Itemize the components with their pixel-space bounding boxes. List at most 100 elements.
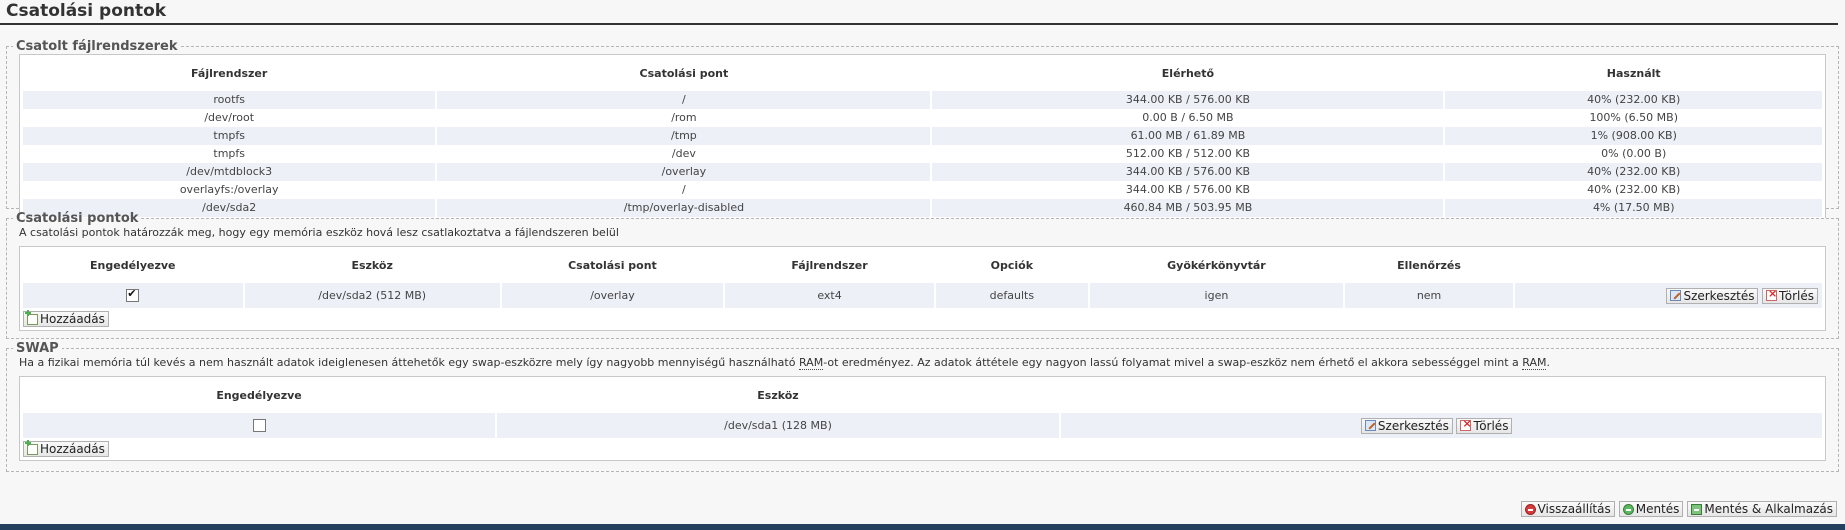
- column-header-rootfs: Gyökérkönyvtár: [1167, 259, 1266, 272]
- column-header-device: Eszköz: [757, 389, 799, 402]
- cell-mountpoint: /dev: [437, 145, 931, 163]
- cell-filesystem: /dev/root: [23, 109, 436, 127]
- table-header-row: Engedélyezve Eszköz Csatolási pont Fájlr…: [23, 248, 1822, 283]
- cell-mountpoint: /overlay: [501, 283, 724, 308]
- delete-icon: [1460, 417, 1472, 431]
- edit-icon: [1670, 290, 1682, 301]
- form-actions: Visszaállítás Mentés Mentés & Alkalmazás: [1520, 501, 1837, 517]
- cell-available: 512.00 KB / 512.00 KB: [932, 145, 1444, 163]
- cell-filesystem: tmpfs: [23, 127, 436, 145]
- add-swap-button[interactable]: Hozzáadás: [23, 439, 109, 457]
- table-row: /dev/mtdblock3 /overlay 344.00 KB / 576.…: [23, 163, 1822, 181]
- column-header-options: Opciók: [990, 259, 1034, 272]
- reset-icon: [1524, 503, 1536, 515]
- cell-mountpoint: /: [437, 91, 931, 109]
- cell-device: /dev/sda2 (512 MB): [244, 283, 500, 308]
- table-row: /dev/sda1 (128 MB) Szerkesztés Törlés: [23, 413, 1822, 438]
- swap-description-text-3: .: [1546, 356, 1550, 369]
- enabled-checkbox[interactable]: [126, 287, 140, 303]
- column-header-actions: [1515, 248, 1822, 283]
- cell-used: 100% (6.50 MB): [1445, 109, 1822, 127]
- bottom-bar: [0, 524, 1845, 530]
- cell-available: 0.00 B / 6.50 MB: [932, 109, 1444, 127]
- cell-rootfs: igen: [1089, 283, 1344, 308]
- column-header-enabled: Engedélyezve: [90, 259, 176, 272]
- column-header-filesystem: Fájlrendszer: [191, 67, 268, 80]
- cell-available: 344.00 KB / 576.00 KB: [932, 163, 1444, 181]
- ram-abbreviation: RAM: [1522, 356, 1547, 370]
- table-row: rootfs / 344.00 KB / 576.00 KB 40% (232.…: [23, 91, 1822, 109]
- edit-button[interactable]: Szerkesztés: [1360, 417, 1453, 434]
- table-row: tmpfs /tmp 61.00 MB / 61.89 MB 1% (908.0…: [23, 127, 1822, 145]
- mount-points-table: Engedélyezve Eszköz Csatolási pont Fájlr…: [21, 248, 1824, 308]
- add-label: Hozzáadás: [40, 442, 105, 456]
- mounted-filesystems-section: Csatolt fájlrendszerek Fájlrendszer Csat…: [6, 39, 1839, 219]
- add-bar: Hozzáadás: [21, 438, 1824, 459]
- cell-filesystem: rootfs: [23, 91, 436, 109]
- cell-actions: Szerkesztés Törlés: [1514, 283, 1822, 308]
- swap-section: SWAP Ha a fizikai memória túl kevés a ne…: [6, 341, 1839, 472]
- mount-points-table-box: Engedélyezve Eszköz Csatolási pont Fájlr…: [19, 246, 1826, 331]
- delete-label: Törlés: [1778, 288, 1814, 303]
- cell-used: 0% (0.00 B): [1445, 145, 1822, 163]
- column-header-enabled: Engedélyezve: [216, 389, 302, 402]
- swap-table-box: Engedélyezve Eszköz /dev/sda1 (128 MB) S…: [19, 376, 1826, 461]
- cell-mountpoint: /: [437, 181, 931, 199]
- apply-icon: [1691, 503, 1703, 515]
- add-bar: Hozzáadás: [21, 308, 1824, 329]
- mount-points-section: Csatolási pontok A csatolási pontok hatá…: [6, 211, 1839, 339]
- column-header-filesystem: Fájlrendszer: [791, 259, 868, 272]
- delete-icon: [1765, 287, 1777, 301]
- table-row: tmpfs /dev 512.00 KB / 512.00 KB 0% (0.0…: [23, 145, 1822, 163]
- cell-available: 344.00 KB / 576.00 KB: [932, 181, 1444, 199]
- page-title: Csatolási pontok: [0, 0, 1838, 25]
- reset-button[interactable]: Visszaállítás: [1520, 501, 1615, 517]
- cell-mountpoint: /tmp: [437, 127, 931, 145]
- column-header-actions: [1061, 378, 1822, 413]
- save-apply-button[interactable]: Mentés & Alkalmazás: [1687, 501, 1837, 517]
- cell-check: nem: [1345, 283, 1513, 308]
- save-label: Mentés: [1635, 502, 1680, 516]
- cell-options: defaults: [935, 283, 1088, 308]
- cell-enabled: [23, 283, 243, 308]
- cell-filesystem: overlayfs:/overlay: [23, 181, 436, 199]
- column-header-check: Ellenőrzés: [1397, 259, 1461, 272]
- add-icon: [25, 309, 38, 325]
- cell-available: 344.00 KB / 576.00 KB: [932, 91, 1444, 109]
- cell-mountpoint: /overlay: [437, 163, 931, 181]
- cell-actions: Szerkesztés Törlés: [1060, 413, 1822, 438]
- column-header-device: Eszköz: [351, 259, 393, 272]
- delete-button[interactable]: Törlés: [1761, 287, 1818, 304]
- table-header-row: Fájlrendszer Csatolási pont Elérhető Has…: [23, 56, 1822, 91]
- swap-legend: SWAP: [16, 341, 59, 356]
- cell-filesystem: ext4: [725, 283, 934, 308]
- mounted-filesystems-table-box: Fájlrendszer Csatolási pont Elérhető Has…: [19, 54, 1826, 219]
- save-button[interactable]: Mentés: [1618, 501, 1684, 517]
- enabled-checkbox[interactable]: [252, 419, 266, 433]
- edit-label: Szerkesztés: [1377, 418, 1449, 433]
- cell-used: 40% (232.00 KB): [1445, 91, 1822, 109]
- cell-mountpoint: /rom: [437, 109, 931, 127]
- table-row: /dev/sda2 (512 MB) /overlay ext4 default…: [23, 283, 1822, 308]
- ram-abbreviation: RAM: [798, 356, 824, 370]
- mounted-filesystems-legend: Csatolt fájlrendszerek: [16, 39, 178, 54]
- cell-available: 61.00 MB / 61.89 MB: [932, 127, 1444, 145]
- reset-label: Visszaállítás: [1537, 502, 1611, 516]
- delete-label: Törlés: [1473, 418, 1509, 433]
- edit-button[interactable]: Szerkesztés: [1666, 287, 1759, 304]
- add-icon: [25, 439, 38, 455]
- column-header-used: Használt: [1606, 67, 1661, 80]
- cell-filesystem: tmpfs: [23, 145, 436, 163]
- mount-points-description: A csatolási pontok határozzák meg, hogy …: [19, 226, 619, 239]
- delete-button[interactable]: Törlés: [1456, 417, 1513, 434]
- table-row: /dev/root /rom 0.00 B / 6.50 MB 100% (6.…: [23, 109, 1822, 127]
- column-header-available: Elérhető: [1161, 67, 1215, 80]
- edit-icon: [1364, 420, 1376, 431]
- cell-enabled: [23, 413, 496, 438]
- add-mountpoint-button[interactable]: Hozzáadás: [23, 309, 109, 327]
- column-header-mountpoint: Csatolási pont: [639, 67, 729, 80]
- table-header-row: Engedélyezve Eszköz: [23, 378, 1822, 413]
- cell-used: 40% (232.00 KB): [1445, 181, 1822, 199]
- cell-filesystem: /dev/mtdblock3: [23, 163, 436, 181]
- save-icon: [1622, 503, 1634, 515]
